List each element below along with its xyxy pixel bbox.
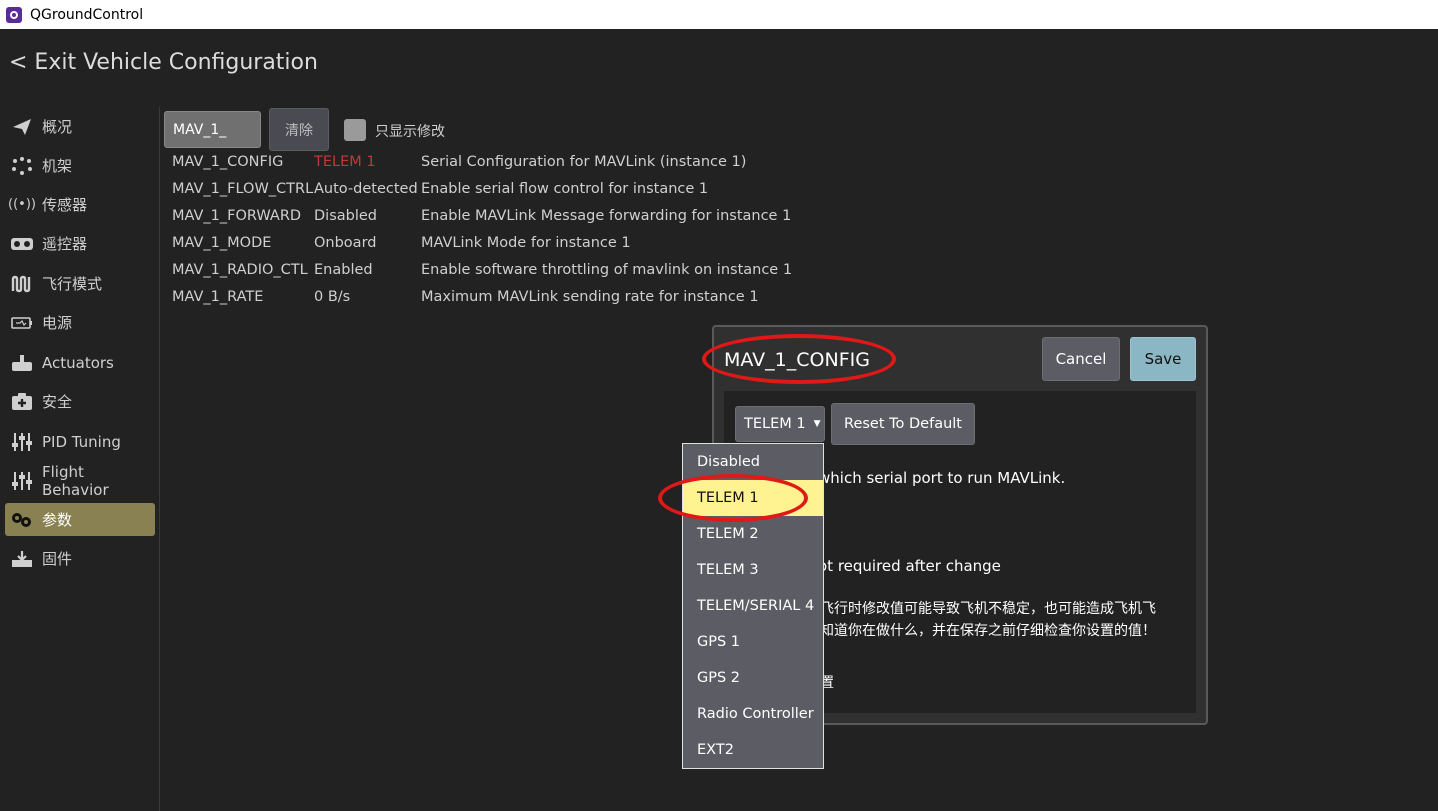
param-long-description: which serial port to run MAVLink. — [818, 469, 1066, 487]
param-row[interactable]: MAV_1_MODE Onboard MAVLink Mode for inst… — [172, 231, 631, 255]
frame-icon — [11, 156, 33, 175]
param-name: MAV_1_RADIO_CTL — [172, 262, 308, 278]
param-row[interactable]: MAV_1_RADIO_CTL Enabled Enable software … — [172, 258, 792, 282]
param-name: MAV_1_FORWARD — [172, 208, 302, 224]
reset-to-default-button[interactable]: Reset To Default — [831, 403, 975, 445]
sidebar-item-airframe[interactable]: 机架 — [5, 149, 155, 182]
dropdown-option[interactable]: GPS 2 — [683, 660, 823, 696]
sliders-icon — [11, 432, 33, 451]
param-description: Maximum MAVLink sending rate for instanc… — [421, 289, 759, 305]
sidebar-item-label: 概况 — [42, 118, 73, 136]
qgc-app-icon — [6, 6, 22, 23]
sidebar-item-pid-tuning[interactable]: PID Tuning — [5, 425, 155, 458]
dropdown-option[interactable]: Radio Controller — [683, 696, 823, 732]
sidebar-item-firmware[interactable]: 固件 — [5, 542, 155, 575]
warning-line-2: 知道你在做什么，并在保存之前仔细检查你设置的值！ — [820, 623, 1156, 639]
sidebar-item-label: 固件 — [42, 550, 73, 568]
chevron-down-icon: ▼ — [813, 419, 821, 429]
clear-search-button[interactable]: 清除 — [269, 108, 329, 151]
cancel-button[interactable]: Cancel — [1042, 337, 1120, 381]
param-value: Enabled — [314, 262, 373, 278]
combobox-value: TELEM 1 — [744, 416, 806, 432]
dropdown-option[interactable]: GPS 1 — [683, 624, 823, 660]
param-value: 0 B/s — [314, 289, 351, 305]
sidebar-item-actuators[interactable]: Actuators — [5, 346, 155, 379]
actuator-icon — [11, 354, 33, 372]
sidebar-item-label: 安全 — [42, 393, 73, 411]
sidebar: 概况 机架 ((•)) 传感器 遥控器 飞行模式 电源 Actuators 安全… — [0, 107, 160, 811]
window-title: QGroundControl — [30, 6, 144, 23]
param-row[interactable]: MAV_1_CONFIG TELEM 1 Serial Configuratio… — [172, 150, 746, 174]
param-description: Enable MAVLink Message forwarding for in… — [421, 208, 792, 224]
dropdown-option[interactable]: EXT2 — [683, 732, 823, 768]
param-value: TELEM 1 — [314, 154, 376, 170]
sidebar-item-flight-modes[interactable]: 飞行模式 — [5, 267, 155, 300]
dropdown-option[interactable]: TELEM/SERIAL 4 — [683, 588, 823, 624]
param-description: Enable software throttling of mavlink on… — [421, 262, 793, 278]
dialog-title: MAV_1_CONFIG — [724, 349, 870, 371]
dropdown-option[interactable]: TELEM 3 — [683, 552, 823, 588]
sidebar-item-label: PID Tuning — [42, 432, 121, 451]
dropdown-option[interactable]: TELEM 2 — [683, 516, 823, 552]
sidebar-item-label: 飞行模式 — [42, 275, 103, 293]
sidebar-item-label: 参数 — [42, 511, 73, 529]
param-name: MAV_1_RATE — [172, 289, 264, 305]
firmware-icon — [11, 550, 33, 568]
param-row[interactable]: MAV_1_FLOW_CTRL Auto-detected Enable ser… — [172, 177, 708, 201]
radio-icon — [11, 235, 33, 253]
sensor-icon: ((•)) — [8, 197, 36, 212]
value-dropdown-menu: Disabled TELEM 1 TELEM 2 TELEM 3 TELEM/S… — [682, 443, 824, 769]
param-row[interactable]: MAV_1_RATE 0 B/s Maximum MAVLink sending… — [172, 285, 759, 309]
reboot-note: ot required after change — [818, 557, 1001, 575]
sidebar-item-label: 电源 — [42, 314, 73, 332]
param-value: Onboard — [314, 235, 377, 251]
flight-modes-icon — [11, 275, 33, 293]
dropdown-option-selected[interactable]: TELEM 1 — [683, 480, 823, 516]
sidebar-item-sensors[interactable]: ((•)) 传感器 — [5, 188, 155, 221]
paper-plane-icon — [11, 118, 33, 136]
param-value: Disabled — [314, 208, 377, 224]
param-name: MAV_1_MODE — [172, 235, 272, 251]
sidebar-item-label: 传感器 — [42, 196, 88, 214]
sidebar-item-safety[interactable]: 安全 — [5, 385, 155, 418]
param-value: Auto-detected — [314, 181, 418, 197]
sidebar-item-power[interactable]: 电源 — [5, 306, 155, 339]
save-button[interactable]: Save — [1130, 337, 1196, 381]
sidebar-item-label: Flight Behavior — [42, 462, 109, 499]
param-row[interactable]: MAV_1_FORWARD Disabled Enable MAVLink Me… — [172, 204, 791, 228]
sidebar-item-flight-behavior[interactable]: Flight Behavior — [5, 462, 155, 499]
sidebar-item-radio[interactable]: 遥控器 — [5, 227, 155, 260]
safety-icon — [11, 392, 33, 411]
param-description: Serial Configuration for MAVLink (instan… — [421, 154, 747, 170]
sidebar-item-label: 机架 — [42, 157, 73, 175]
show-modified-checkbox[interactable] — [344, 119, 366, 141]
window-titlebar: QGroundControl — [0, 0, 1438, 29]
value-combobox[interactable]: TELEM 1 ▼ — [735, 406, 825, 442]
param-search-input[interactable] — [164, 111, 261, 148]
param-description: MAVLink Mode for instance 1 — [421, 235, 631, 251]
sliders-icon — [11, 471, 33, 490]
exit-vehicle-config-button[interactable]: < Exit Vehicle Configuration — [9, 50, 318, 75]
dropdown-option[interactable]: Disabled — [683, 444, 823, 480]
sidebar-item-summary[interactable]: 概况 — [5, 110, 155, 143]
sidebar-item-label: Actuators — [42, 353, 114, 372]
show-modified-label: 只显示修改 — [375, 124, 445, 140]
param-name: MAV_1_CONFIG — [172, 154, 284, 170]
param-description: Enable serial flow control for instance … — [421, 181, 709, 197]
sidebar-item-label: 遥控器 — [42, 235, 88, 253]
param-name: MAV_1_FLOW_CTRL — [172, 181, 314, 197]
sidebar-item-parameters[interactable]: 参数 — [5, 503, 155, 536]
battery-icon — [11, 314, 33, 332]
warning-line-1: 飞行时修改值可能导致飞机不稳定，也可能造成飞机飞 — [820, 601, 1156, 617]
gears-icon — [11, 511, 33, 529]
